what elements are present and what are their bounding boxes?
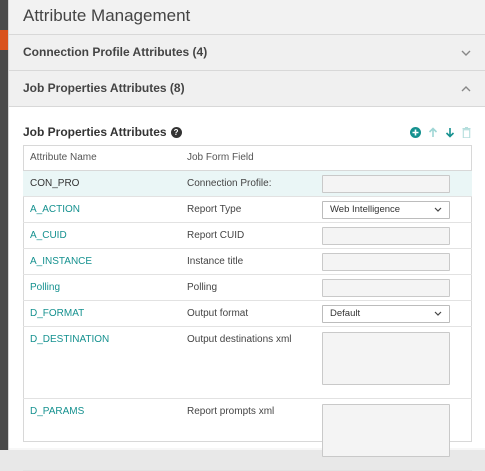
form-field-label: Output format (180, 300, 315, 327)
app-sidebar-edge (0, 0, 8, 450)
accordion-job-properties[interactable]: Job Properties Attributes (8) (9, 71, 485, 107)
chevron-down-icon (434, 205, 442, 214)
accordion-connection-profile[interactable]: Connection Profile Attributes (4) (9, 35, 485, 71)
section-title-text: Job Properties Attributes (23, 125, 167, 139)
table-row[interactable]: D_DESTINATION Output destinations xml (23, 326, 472, 399)
report-type-select[interactable]: Web Intelligence (322, 200, 450, 219)
arrow-down-icon[interactable] (445, 127, 455, 138)
trash-icon[interactable] (462, 126, 471, 138)
table-row[interactable]: D_PARAMS Report prompts xml (23, 398, 472, 471)
attribute-name: Polling (23, 274, 180, 301)
polling-input[interactable] (322, 278, 450, 297)
attribute-name: A_CUID (23, 222, 180, 249)
row-toolbar (410, 126, 471, 138)
section-title: Job Properties Attributes ? (23, 125, 182, 139)
column-header-control (315, 145, 472, 171)
chevron-down-icon (434, 309, 442, 318)
accordion-label: Connection Profile Attributes (4) (23, 45, 208, 59)
page-title: Attribute Management (9, 0, 485, 35)
attribute-name: A_INSTANCE (23, 248, 180, 275)
attributes-table: Attribute Name Job Form Field CON_PRO Co… (23, 145, 472, 471)
form-field-label: Output destinations xml (180, 326, 315, 399)
chevron-up-icon (461, 71, 471, 106)
form-field-label: Polling (180, 274, 315, 301)
connection-profile-input[interactable] (322, 174, 450, 193)
table-header-row: Attribute Name Job Form Field (23, 145, 472, 171)
table-row[interactable]: CON_PRO Connection Profile: (23, 170, 472, 197)
table-row[interactable]: D_FORMAT Output format Default (23, 300, 472, 327)
column-header-attribute-name: Attribute Name (23, 145, 180, 171)
table-row[interactable]: A_CUID Report CUID (23, 222, 472, 249)
chevron-down-icon (461, 35, 471, 70)
output-destinations-textarea[interactable] (322, 332, 450, 385)
sidebar-accent (0, 30, 8, 50)
form-field-label: Report CUID (180, 222, 315, 249)
table-row[interactable]: Polling Polling (23, 274, 472, 301)
table-row[interactable]: A_INSTANCE Instance title (23, 248, 472, 275)
instance-title-input[interactable] (322, 252, 450, 271)
job-properties-header: Job Properties Attributes ? (23, 124, 471, 140)
form-field-label: Report Type (180, 196, 315, 223)
report-cuid-input[interactable] (322, 226, 450, 245)
attribute-name: D_PARAMS (23, 398, 180, 471)
arrow-up-icon[interactable] (428, 126, 438, 138)
attribute-name: CON_PRO (23, 170, 180, 197)
attribute-management-panel: Attribute Management Connection Profile … (8, 0, 485, 471)
attribute-name: D_DESTINATION (23, 326, 180, 399)
accordion-label: Job Properties Attributes (8) (23, 81, 185, 95)
form-field-label: Connection Profile: (180, 170, 315, 197)
add-icon[interactable] (410, 126, 421, 138)
table-row[interactable]: A_ACTION Report Type Web Intelligence (23, 196, 472, 223)
select-value: Web Intelligence (330, 204, 401, 215)
column-header-job-form-field: Job Form Field (180, 145, 315, 171)
form-field-label: Instance title (180, 248, 315, 275)
select-value: Default (330, 308, 361, 319)
report-prompts-textarea[interactable] (322, 404, 450, 457)
output-format-select[interactable]: Default (322, 304, 450, 323)
attribute-name: A_ACTION (23, 196, 180, 223)
attribute-name: D_FORMAT (23, 300, 180, 327)
job-properties-content: Job Properties Attributes ? Attribute Na… (9, 107, 485, 471)
form-field-label: Report prompts xml (180, 398, 315, 471)
help-icon[interactable]: ? (170, 126, 182, 138)
